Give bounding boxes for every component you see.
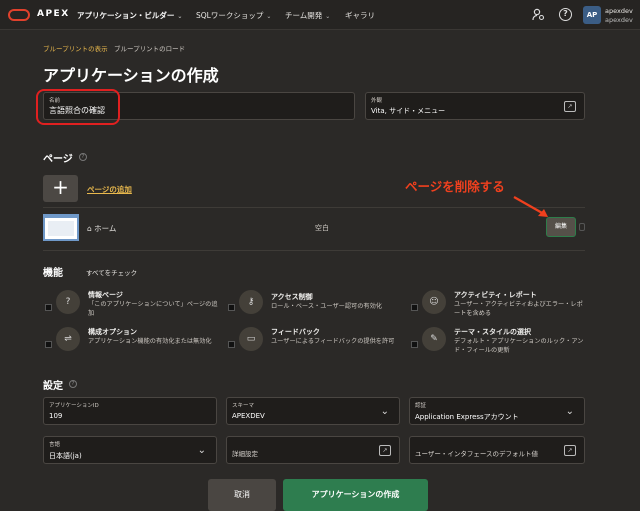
key-icon: ⚷ [239, 290, 263, 314]
popup-picker-icon[interactable]: ↗ [379, 445, 391, 456]
feature-checkbox[interactable] [411, 341, 418, 348]
feature-checkbox[interactable] [45, 341, 52, 348]
popup-picker-icon[interactable]: ↗ [564, 445, 576, 456]
add-page-button[interactable]: + [43, 175, 78, 202]
nav-app-builder-label: アプリケーション・ビルダー [77, 11, 175, 20]
thumbnail-content [48, 221, 74, 236]
divider [43, 207, 585, 208]
feature-title: テーマ・スタイルの選択 [454, 328, 531, 336]
feature-title: フィードバック [271, 328, 320, 336]
app-id-field[interactable]: アプリケーションID 109 [43, 397, 217, 425]
annotation-text: ページを削除する [405, 179, 505, 194]
feature-title: アクティビティ・レポート [454, 291, 537, 299]
chevron-down-icon: ⌄ [197, 445, 206, 456]
brand-name[interactable]: APEX [37, 9, 70, 19]
user-activity-icon: ☺ [422, 290, 446, 314]
user-search-icon[interactable] [532, 8, 545, 21]
feature-checkbox[interactable] [228, 341, 235, 348]
oracle-logo-icon[interactable] [8, 9, 30, 21]
comment-icon: ▭ [239, 327, 263, 351]
language-value: 日本語(ja) [49, 452, 82, 460]
page-name: ホーム [94, 224, 117, 233]
page-type: 空白 [315, 224, 329, 232]
nav-team-dev-label: チーム開発 [285, 11, 323, 20]
settings-heading: 設定 [43, 381, 63, 392]
app-id-value[interactable]: 109 [49, 412, 62, 420]
page-title: アプリケーションの作成 [43, 66, 219, 85]
nav-gallery[interactable]: ギャラリ [345, 10, 375, 21]
language-label: 言語 [49, 442, 61, 448]
pages-heading: ページ [43, 154, 73, 165]
drag-handle-icon[interactable] [579, 223, 585, 231]
ui-defaults-label: ユーザー・インタフェースのデフォルト値 [415, 450, 539, 458]
nav-sql-workshop-label: SQLワークショップ [196, 11, 264, 20]
user-name[interactable]: apexdev [605, 7, 633, 15]
annotation-arrow [513, 196, 548, 217]
sliders-icon: ⇌ [56, 327, 80, 351]
breadcrumb-current: ブループリントの表示 [43, 45, 108, 53]
feature-desc: ユーザーによるフィードバックの提供を許可 [271, 338, 395, 345]
highlight-box [36, 89, 120, 125]
feature-checkbox[interactable] [411, 304, 418, 311]
schema-select[interactable]: スキーマ APEXDEV ⌄ [226, 397, 400, 425]
top-bar: APEX アプリケーション・ビルダー ⌄ SQLワークショップ ⌄ チーム開発 ⌄ ギ… [0, 0, 640, 30]
help-icon[interactable]: ? [69, 380, 77, 388]
feature-desc: ユーザー・アクティビティおよびエラー・レポートを含める [454, 301, 583, 317]
app-id-label: アプリケーションID [49, 403, 99, 409]
feature-desc: ロール・ベース・ユーザー認可の有効化 [271, 303, 382, 310]
feature-title: 構成オプション [88, 328, 137, 336]
schema-value: APEXDEV [232, 412, 265, 420]
chevron-down-icon: ⌄ [177, 13, 183, 20]
schema-label: スキーマ [232, 403, 255, 409]
feature-desc: デフォルト・アプリケーションのルック・アンド・フィールの更新 [454, 338, 584, 354]
appearance-field-value: Vita, サイド・メニュー [371, 107, 446, 115]
language-select[interactable]: 言語 日本語(ja) ⌄ [43, 436, 217, 464]
appearance-field[interactable]: 外観 Vita, サイド・メニュー ↗ [365, 92, 585, 120]
chevron-down-icon: ⌄ [325, 13, 331, 20]
divider [43, 250, 585, 251]
popup-picker-icon[interactable]: ↗ [564, 101, 576, 112]
nav-team-dev[interactable]: チーム開発 ⌄ [285, 10, 330, 21]
nav-sql-workshop[interactable]: SQLワークショップ ⌄ [196, 10, 271, 21]
ui-defaults-field[interactable]: ユーザー・インタフェースのデフォルト値 ↗ [409, 436, 585, 464]
feature-checkbox[interactable] [228, 304, 235, 311]
advanced-settings-label: 詳細設定 [232, 450, 258, 458]
info-icon: ? [56, 290, 80, 314]
chevron-down-icon: ⌄ [380, 406, 389, 417]
feature-checkbox[interactable] [45, 304, 52, 311]
user-workspace: apexdev [605, 16, 633, 24]
edit-page-button[interactable]: 編集 [546, 217, 576, 237]
help-icon[interactable]: ? [559, 8, 572, 21]
appearance-field-label: 外観 [371, 98, 383, 104]
page-thumbnail [43, 214, 79, 241]
check-all-link[interactable]: すべてをチェック [86, 267, 137, 277]
create-application-button[interactable]: アプリケーションの作成 [283, 479, 428, 511]
nav-app-builder[interactable]: アプリケーション・ビルダー ⌄ [77, 10, 182, 21]
advanced-settings-field[interactable]: 詳細設定 ↗ [226, 436, 400, 464]
add-page-link[interactable]: ページの追加 [87, 184, 132, 195]
avatar[interactable]: AP [583, 6, 601, 24]
feature-title: アクセス制御 [271, 293, 313, 301]
feature-desc: アプリケーション機能の有効化または無効化 [88, 338, 212, 345]
auth-label: 認証 [415, 403, 427, 409]
brush-icon: ✎ [422, 327, 446, 351]
breadcrumb-parent[interactable]: ブループリントのロード [114, 43, 185, 53]
help-icon[interactable]: ? [79, 153, 87, 161]
chevron-down-icon: ⌄ [266, 13, 272, 20]
features-heading: 機能 [43, 268, 63, 279]
feature-desc: 「このアプリケーションについて」ページの追加 [88, 301, 218, 317]
chevron-down-icon: ⌄ [565, 406, 574, 417]
page-row-home: ⌂ ホーム [87, 223, 116, 234]
auth-value: Application Expressアカウント [415, 413, 519, 421]
cancel-button[interactable]: 取消 [208, 479, 276, 511]
auth-select[interactable]: 認証 Application Expressアカウント ⌄ [409, 397, 585, 425]
feature-title: 情報ページ [88, 291, 123, 299]
